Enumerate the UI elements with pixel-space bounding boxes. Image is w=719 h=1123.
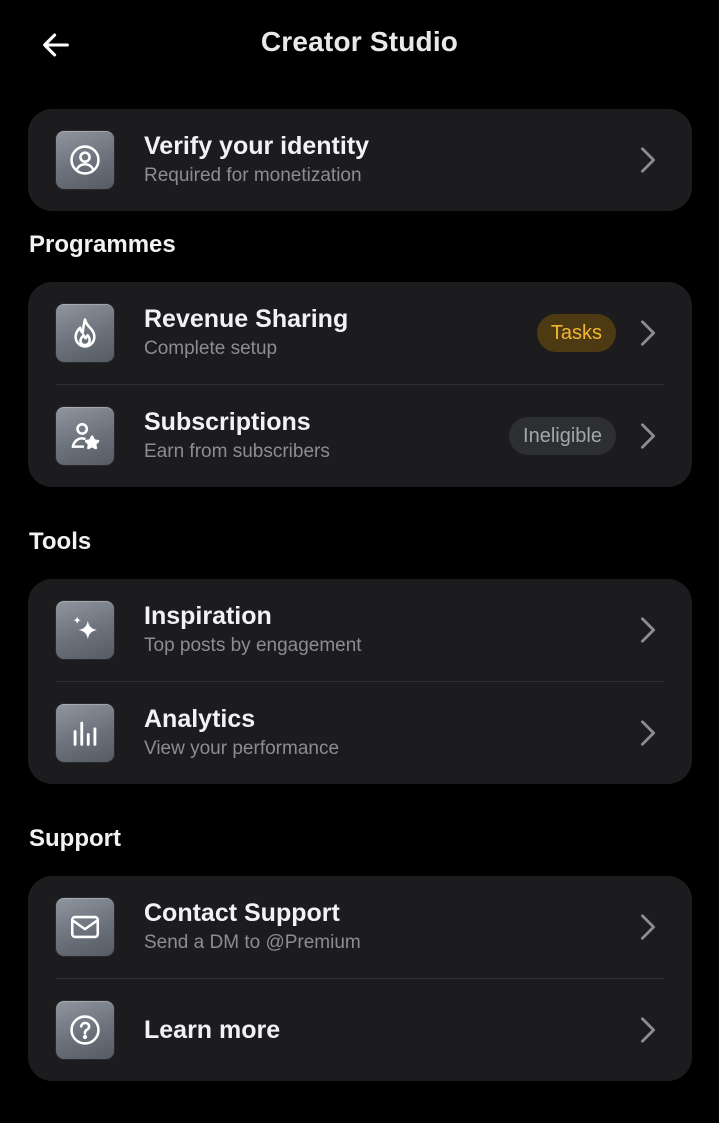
verify-identity-subtitle: Required for monetization [144,165,362,186]
page-title: Creator Studio [260,26,459,57]
tools-card: Inspiration Top posts by engagement Anal… [28,579,692,784]
chevron-right-icon [636,719,660,747]
chevron-right-icon [636,319,660,347]
status-badge-tasks: Tasks [536,314,616,352]
section-heading-programmes: Programmes [29,231,176,258]
analytics-texts: Analytics View your performance [144,704,339,762]
flame-icon [56,304,114,362]
list-item-analytics[interactable]: Analytics View your performance [28,681,692,784]
revenue-sharing-texts: Revenue Sharing Complete setup [144,304,348,362]
status-badge-ineligible: Ineligible [509,416,616,455]
analytics-subtitle: View your performance [144,737,340,759]
envelope-icon [56,898,114,956]
verify-identity-texts: Verify your identity Required for moneti… [144,131,369,189]
header: Creator Studio [0,0,719,94]
contact-support-texts: Contact Support Send a DM to @Premium [144,898,361,956]
analytics-title: Analytics [144,704,256,733]
inspiration-texts: Inspiration Top posts by engagement [144,601,362,659]
revenue-sharing-subtitle: Complete setup [144,338,278,359]
learn-more-texts: Learn more [144,1015,280,1045]
contact-support-subtitle: Send a DM to @Premium [144,932,361,953]
user-star-icon [56,406,114,465]
revenue-sharing-title: Revenue Sharing [144,305,349,333]
question-circle-icon [56,1000,114,1059]
chevron-right-icon [636,422,660,450]
list-item-learn-more[interactable]: Learn more [28,978,692,1081]
programmes-card: Revenue Sharing Complete setup Tasks Sub… [28,282,692,487]
user-circle-icon [56,131,114,189]
section-heading-tools: Tools [29,528,92,555]
verify-identity-title: Verify your identity [144,132,370,160]
subscriptions-texts: Subscriptions Earn from subscribers [144,407,330,465]
list-item-inspiration[interactable]: Inspiration Top posts by engagement [28,579,692,681]
chevron-right-icon [636,146,660,174]
inspiration-subtitle: Top posts by engagement [144,635,362,656]
chevron-right-icon [636,1016,660,1044]
list-item-revenue-sharing[interactable]: Revenue Sharing Complete setup Tasks [28,282,692,384]
list-item-subscriptions[interactable]: Subscriptions Earn from subscribers Inel… [28,384,692,487]
subscriptions-subtitle: Earn from subscribers [144,440,330,462]
verify-identity-card: Verify your identity Required for moneti… [28,109,692,211]
bar-chart-icon [56,703,114,762]
sparkle-icon [56,601,114,659]
inspiration-title: Inspiration [144,602,272,630]
verify-identity-row[interactable]: Verify your identity Required for moneti… [28,109,692,211]
learn-more-title: Learn more [144,1015,281,1044]
section-heading-support: Support [29,825,121,852]
chevron-right-icon [636,913,660,941]
contact-support-title: Contact Support [144,899,340,927]
support-card: Contact Support Send a DM to @Premium Le… [28,876,692,1081]
subscriptions-title: Subscriptions [144,407,311,436]
list-item-contact-support[interactable]: Contact Support Send a DM to @Premium [28,876,692,978]
chevron-right-icon [636,616,660,644]
